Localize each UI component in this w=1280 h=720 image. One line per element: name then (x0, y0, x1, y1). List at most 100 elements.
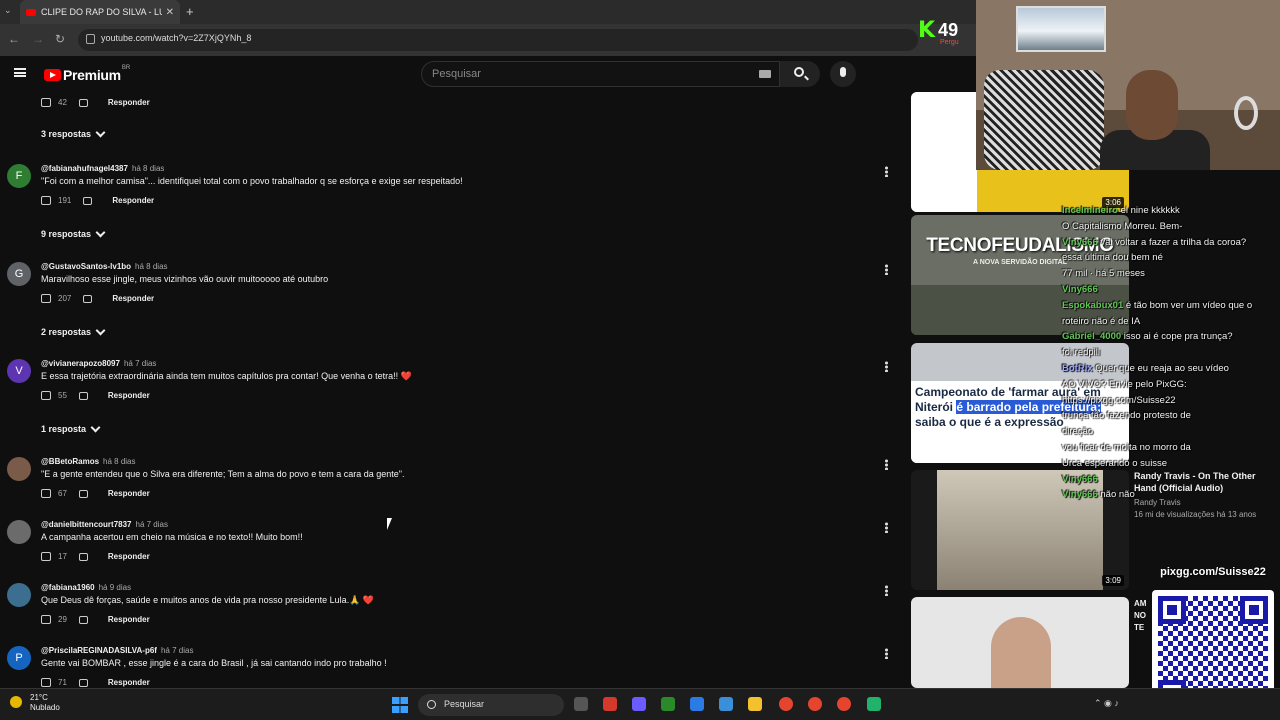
comment-time[interactable]: há 7 dias (161, 646, 193, 655)
avatar[interactable]: F (7, 164, 31, 188)
like-icon[interactable] (41, 294, 51, 303)
more-options-icon[interactable] (885, 522, 888, 533)
youtube-premium-logo[interactable]: Premium BR (44, 65, 130, 83)
new-tab-icon[interactable]: + (186, 4, 194, 19)
app-icon[interactable] (690, 697, 704, 711)
like-icon[interactable] (41, 489, 51, 498)
replies-toggle[interactable]: 2 respostas (41, 325, 106, 337)
avatar[interactable]: G (7, 262, 31, 286)
back-icon[interactable]: ← (8, 32, 20, 46)
recommended-video-5[interactable] (911, 597, 1129, 688)
system-tray[interactable]: ⌃ ◉ ♪ (1094, 698, 1119, 709)
dislike-icon[interactable] (78, 391, 88, 400)
file-explorer-icon[interactable] (748, 697, 762, 711)
reply-button[interactable]: Responder (108, 552, 150, 561)
avatar[interactable] (7, 583, 31, 607)
dislike-icon[interactable] (78, 489, 88, 498)
site-info-icon[interactable] (86, 34, 95, 44)
like-icon[interactable] (41, 98, 51, 107)
comment-author[interactable]: @fabiana1960 (41, 583, 95, 592)
comment-actions: 55 Responder (41, 391, 150, 400)
chat-text: O Capitalismo Morreu. Bem- (1062, 220, 1183, 232)
menu-icon[interactable] (14, 68, 26, 77)
comment: F @fabianahufnagel4387 há 8 dias "Foi com a… (0, 164, 906, 220)
comment-time[interactable]: há 8 dias (103, 457, 135, 466)
avatar[interactable]: P (7, 646, 31, 670)
video-duration: 3:09 (1102, 575, 1124, 586)
like-icon[interactable] (41, 391, 51, 400)
comment-body: "Foi com a melhor camisa"... identifique… (41, 176, 463, 186)
weather-widget[interactable]: 21°C Nublado (10, 693, 60, 713)
dislike-icon[interactable] (78, 615, 88, 624)
comment-author[interactable]: @fabianahufnagel4387 (41, 164, 128, 173)
chrome-icon[interactable] (779, 697, 793, 711)
comment-author[interactable]: @vivianerapozo8097 (41, 359, 120, 368)
replies-toggle[interactable]: 3 respostas (41, 127, 106, 139)
comment-time[interactable]: há 8 dias (135, 262, 167, 271)
reply-button[interactable]: Responder (108, 615, 150, 624)
task-view-icon[interactable] (574, 697, 588, 711)
xbox-icon[interactable] (661, 697, 675, 711)
dislike-icon[interactable] (78, 552, 88, 561)
dislike-icon[interactable] (78, 678, 88, 687)
replies-toggle[interactable]: 1 resposta (41, 422, 101, 434)
more-options-icon[interactable] (885, 264, 888, 275)
dislike-icon[interactable] (83, 196, 93, 205)
avatar[interactable] (7, 457, 31, 481)
windows-start-icon[interactable] (392, 697, 408, 713)
like-icon[interactable] (41, 196, 51, 205)
forward-icon[interactable]: → (32, 32, 44, 46)
comment-header: @PriscilaREGINADASILVA-p6f há 7 dias (41, 646, 193, 655)
reply-button[interactable]: Responder (108, 678, 150, 687)
comment-author[interactable]: @PriscilaREGINADASILVA-p6f (41, 646, 157, 655)
close-tab-icon[interactable]: ✕ (166, 7, 174, 18)
app-icon[interactable] (719, 697, 733, 711)
chrome-icon[interactable] (837, 697, 851, 711)
like-icon[interactable] (41, 678, 51, 687)
voice-search-button[interactable] (830, 61, 856, 87)
comment-time[interactable]: há 7 dias (124, 359, 156, 368)
avatar[interactable]: V (7, 359, 31, 383)
chat-username: Viny666 (1062, 284, 1098, 295)
reply-button[interactable]: Responder (112, 294, 154, 303)
search-button[interactable] (780, 61, 820, 87)
more-options-icon[interactable] (885, 648, 888, 659)
more-options-icon[interactable] (885, 585, 888, 596)
comment-author[interactable]: @danielbittencourt7837 (41, 520, 132, 529)
tab-search-icon[interactable]: ⌄ (4, 5, 12, 16)
search-icon (794, 67, 804, 77)
reply-button[interactable]: Responder (112, 196, 154, 205)
avatar[interactable] (7, 520, 31, 544)
comment-author[interactable]: @GustavoSantos-lv1bo (41, 262, 131, 271)
search-input[interactable]: Pesquisar (421, 61, 780, 87)
replies-toggle[interactable]: 9 respostas (41, 227, 106, 239)
app-icon[interactable] (632, 697, 646, 711)
keyboard-icon[interactable] (759, 70, 771, 78)
app-icon[interactable] (867, 697, 881, 711)
replies-count: 9 respostas (41, 229, 92, 239)
like-icon[interactable] (41, 552, 51, 561)
more-options-icon[interactable] (885, 459, 888, 470)
reply-button[interactable]: Responder (108, 391, 150, 400)
comment-time[interactable]: há 9 dias (99, 583, 131, 592)
comment: @fabiana1960 há 9 dias Que Deus dê forças,… (0, 583, 906, 639)
chrome-icon[interactable] (808, 697, 822, 711)
dislike-icon[interactable] (78, 98, 88, 107)
taskbar-search[interactable]: Pesquisar (418, 694, 564, 716)
reply-button[interactable]: Responder (108, 98, 150, 107)
viewer-count: 49 (938, 20, 959, 40)
reply-button[interactable]: Responder (108, 489, 150, 498)
dislike-icon[interactable] (83, 294, 93, 303)
app-icon[interactable] (603, 697, 617, 711)
reload-icon[interactable]: ↻ (55, 32, 65, 46)
more-options-icon[interactable] (885, 361, 888, 372)
more-options-icon[interactable] (885, 166, 888, 177)
comment-author[interactable]: @BBetoRamos (41, 457, 99, 466)
url-field[interactable]: youtube.com/watch?v=2Z7XjQYNh_8 (78, 29, 918, 51)
comment-time[interactable]: há 8 dias (132, 164, 164, 173)
comment-time[interactable]: há 7 dias (136, 520, 168, 529)
browser-tab[interactable]: CLIPE DO RAP DO SILVA - LULA ✕ (20, 0, 180, 24)
like-icon[interactable] (41, 615, 51, 624)
wall-picture (1016, 6, 1106, 52)
chat-username: Espokabux01 (1062, 299, 1124, 311)
